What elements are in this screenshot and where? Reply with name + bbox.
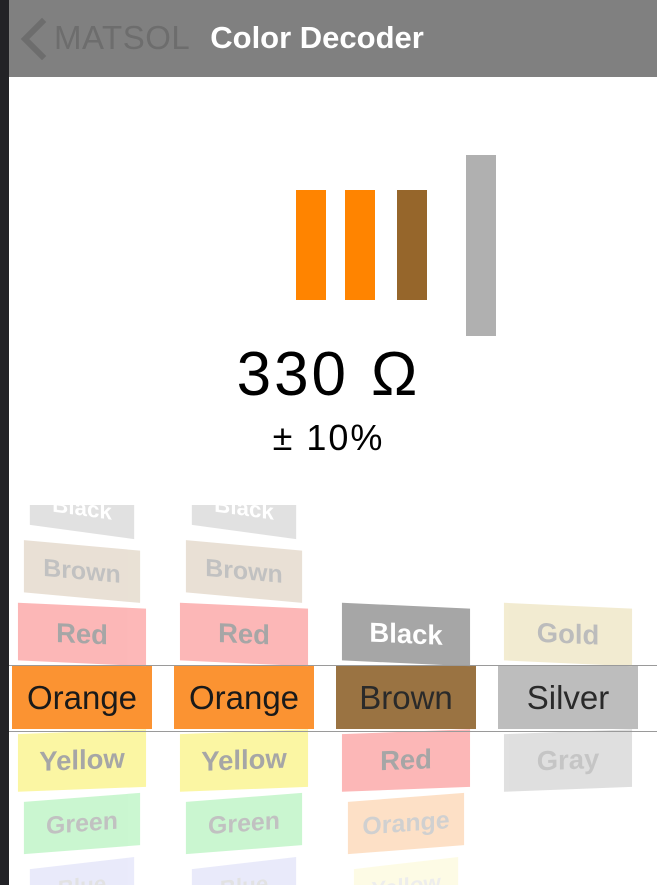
- picker-option[interactable]: Red: [179, 602, 309, 667]
- band-2: [345, 190, 375, 300]
- band-3: [397, 190, 427, 300]
- selection-indicator-top: [9, 665, 657, 666]
- picker-option[interactable]: Red: [17, 602, 147, 667]
- resistance-value: 330: [236, 340, 350, 409]
- picker-option-selected[interactable]: Orange: [174, 666, 314, 729]
- chevron-left-icon[interactable]: [18, 17, 48, 61]
- ohm-unit: Ω: [371, 340, 421, 409]
- picker-option-selected[interactable]: Orange: [12, 666, 152, 729]
- picker-option[interactable]: Green: [185, 792, 303, 855]
- resistor-band-preview: [0, 77, 657, 367]
- band-1: [296, 190, 326, 300]
- picker-option[interactable]: Yellow: [179, 729, 309, 792]
- app-header: MATSOL Color Decoder: [0, 0, 657, 77]
- picker-option[interactable]: Black: [191, 505, 297, 540]
- picker-option[interactable]: Yellow: [353, 856, 459, 885]
- page-title: Color Decoder: [210, 20, 424, 55]
- picker-option[interactable]: Green: [23, 792, 141, 855]
- picker-option-selected[interactable]: Brown: [336, 666, 476, 729]
- picker-option[interactable]: Brown: [23, 540, 141, 603]
- digit-2-picker-list: BlackBrownRedOrangeYellowGreenBlueViolet: [174, 505, 314, 885]
- resistance-value-row: 330 Ω: [0, 342, 657, 407]
- picker-option[interactable]: Brown: [185, 540, 303, 603]
- resistance-readout: 330 Ω ± 10%: [0, 342, 657, 459]
- screen-edge-strip: [0, 0, 9, 885]
- picker-option[interactable]: Gray: [503, 729, 633, 792]
- picker-option[interactable]: Orange: [347, 792, 465, 855]
- picker-option[interactable]: Black: [29, 505, 135, 540]
- digit-1-picker[interactable]: BlackBrownRedOrangeYellowGreenBlueViolet: [12, 505, 152, 885]
- band-tolerance: [466, 155, 496, 336]
- digit-1-picker-list: BlackBrownRedOrangeYellowGreenBlueViolet: [12, 505, 152, 885]
- picker-option[interactable]: Red: [341, 729, 471, 792]
- multiplier-picker[interactable]: BlackBrownRedOrangeYellowGreen: [336, 505, 476, 885]
- color-decoder-screen: MATSOL Color Decoder 330 Ω ± 10% Gold Silv…: [0, 0, 657, 885]
- picker-option[interactable]: Black: [341, 602, 471, 667]
- picker-option[interactable]: Blue: [191, 856, 297, 885]
- color-picker-group: GoldSilverGrayBlackBrownRedOrangeYellowG…: [0, 505, 657, 885]
- picker-option[interactable]: Yellow: [17, 729, 147, 792]
- picker-option-selected[interactable]: Silver: [498, 666, 638, 729]
- selection-indicator-bottom: [9, 731, 657, 732]
- tolerance-value: ± 10%: [272, 417, 385, 459]
- tolerance-picker[interactable]: Gold Silver Gray: [498, 505, 638, 885]
- picker-option[interactable]: Blue: [29, 856, 135, 885]
- brand-label[interactable]: MATSOL: [54, 21, 190, 56]
- digit-2-picker[interactable]: BlackBrownRedOrangeYellowGreenBlueViolet: [174, 505, 314, 885]
- multiplier-picker-list: BlackBrownRedOrangeYellowGreen: [336, 602, 476, 885]
- tolerance-picker-list: Gold Silver Gray: [498, 602, 638, 792]
- picker-option[interactable]: Gold: [503, 602, 633, 667]
